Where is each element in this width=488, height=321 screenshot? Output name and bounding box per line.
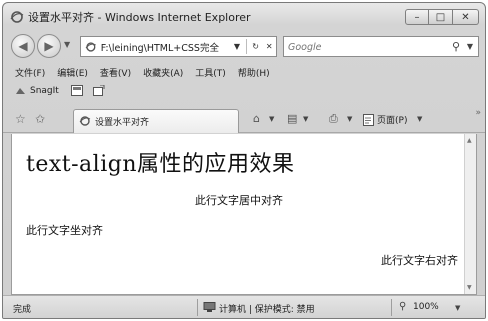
zoom-dropdown[interactable]: ▼ (455, 304, 460, 312)
status-separator (197, 299, 198, 316)
capture-window-icon[interactable] (70, 85, 83, 96)
address-separator (245, 39, 247, 54)
page-menu-icon[interactable] (363, 114, 374, 126)
status-bar: 完成 计算机 | 保护模式: 禁用 ⚲ 100% ▼ (3, 295, 485, 318)
more-commands-chevron[interactable]: » (475, 108, 480, 118)
print-dropdown[interactable]: ▼ (347, 115, 352, 123)
window-title: 设置水平对齐 - Windows Internet Explorer (28, 11, 251, 24)
page-heading: text-align属性的应用效果 (26, 152, 295, 177)
tab-label: 设置水平对齐 (95, 118, 150, 128)
center-aligned-paragraph: 此行文字居中对齐 (195, 194, 283, 207)
browser-window: 设置水平对齐 - Windows Internet Explorer – □ ✕… (2, 2, 486, 319)
status-separator (391, 299, 392, 316)
forward-button[interactable]: ▶ (37, 34, 61, 58)
document-body: text-align属性的应用效果 此行文字居中对齐 此行文字坐对齐 此行文字右… (12, 134, 466, 294)
menu-view[interactable]: 查看(V) (100, 66, 131, 79)
close-button[interactable]: ✕ (453, 9, 479, 25)
computer-zone-icon (203, 302, 216, 312)
search-box: ⚲ ▼ (283, 36, 479, 57)
address-row: ◀ ▶ ▼ F:\leining\HTML+CSS完全 ▼ ↻ ✕ ⚲ ▼ (3, 33, 485, 61)
page-menu-button[interactable]: 页面(P) (377, 113, 407, 126)
scroll-down-icon[interactable]: ▼ (467, 284, 472, 291)
search-icon[interactable]: ⚲ (452, 40, 460, 53)
security-zone-text[interactable]: 计算机 | 保护模式: 禁用 (219, 302, 315, 315)
right-aligned-paragraph: 此行文字右对齐 (381, 254, 458, 267)
page-icon (85, 41, 96, 52)
refresh-icon[interactable]: ↻ (249, 42, 263, 51)
address-url[interactable]: F:\leining\HTML+CSS完全 (101, 40, 230, 54)
vertical-scrollbar[interactable]: ▲ ▼ (464, 134, 476, 294)
minimize-button[interactable]: – (405, 9, 429, 25)
back-button[interactable]: ◀ (11, 34, 35, 58)
menu-file[interactable]: 文件(F) (15, 66, 45, 79)
tab-row: ☆ ✩ 设置水平对齐 ⌂ ▼ ▤ ▼ ⎙ ▼ 页面(P) ▼ » (3, 107, 485, 133)
zoom-level[interactable]: 100% (413, 302, 439, 312)
address-dropdown[interactable]: ▼ (230, 42, 244, 51)
snagit-toolbar: SnagIt (15, 85, 115, 96)
address-bar[interactable]: F:\leining\HTML+CSS完全 ▼ ↻ ✕ (80, 36, 277, 57)
menu-edit[interactable]: 编辑(E) (57, 66, 88, 79)
feeds-icon[interactable]: ▤ (287, 112, 297, 125)
home-dropdown[interactable]: ▼ (269, 115, 274, 123)
status-text: 完成 (13, 305, 32, 315)
snagit-button[interactable]: SnagIt (30, 86, 59, 96)
menu-bar: 文件(F) 编辑(E) 查看(V) 收藏夹(A) 工具(T) 帮助(H) (15, 66, 282, 79)
menu-favorites[interactable]: 收藏夹(A) (143, 66, 183, 79)
menu-help[interactable]: 帮助(H) (238, 66, 270, 79)
add-to-favorites-icon[interactable]: ✩ (35, 112, 45, 126)
window-controls: – □ ✕ (405, 9, 479, 25)
page-viewport: text-align属性的应用效果 此行文字居中对齐 此行文字坐对齐 此行文字右… (11, 134, 477, 295)
stop-icon[interactable]: ✕ (262, 42, 276, 51)
search-options-dropdown[interactable]: ▼ (467, 42, 473, 51)
zoom-icon[interactable]: ⚲ (399, 301, 406, 312)
scroll-up-icon[interactable]: ▲ (467, 137, 472, 144)
ie-logo-icon (10, 11, 24, 23)
page-icon (79, 116, 91, 126)
title-bar: 设置水平对齐 - Windows Internet Explorer – □ ✕ (3, 3, 485, 29)
home-icon[interactable]: ⌂ (253, 112, 260, 125)
recent-pages-dropdown[interactable]: ▼ (64, 40, 70, 49)
maximize-button[interactable]: □ (429, 9, 453, 25)
menu-tools[interactable]: 工具(T) (195, 66, 226, 79)
print-icon[interactable]: ⎙ (329, 112, 338, 126)
page-menu-dropdown[interactable]: ▼ (417, 115, 422, 123)
left-aligned-paragraph: 此行文字坐对齐 (26, 224, 103, 237)
snagit-icon (16, 87, 25, 94)
search-input[interactable] (288, 40, 438, 54)
capture-options-icon[interactable] (92, 85, 105, 96)
favorites-center-icon[interactable]: ☆ (15, 112, 26, 126)
feeds-dropdown[interactable]: ▼ (303, 115, 308, 123)
tab-active[interactable]: 设置水平对齐 (73, 109, 239, 133)
